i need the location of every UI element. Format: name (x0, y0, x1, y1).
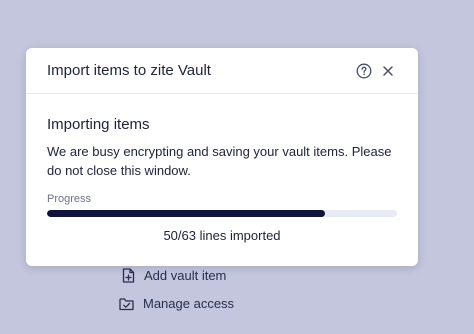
add-vault-item-label: Add vault item (144, 268, 227, 283)
help-button[interactable] (354, 61, 374, 81)
dialog-title: Import items to zite Vault (47, 62, 211, 79)
import-dialog: Import items to zite Vault Importing ite… (26, 48, 418, 266)
progress-label: Progress (47, 193, 92, 205)
close-icon (383, 66, 393, 76)
progress-bar-fill (47, 210, 325, 217)
help-circle-icon (356, 63, 372, 79)
dialog-header: Import items to zite Vault (26, 48, 418, 94)
folder-check-icon (119, 297, 134, 310)
progress-bar (47, 210, 397, 217)
importing-heading: Importing items (47, 116, 150, 133)
progress-status: 50/63 lines imported (163, 228, 281, 243)
file-plus-icon (122, 268, 135, 283)
manage-access-label: Manage access (143, 296, 235, 311)
backdrop-add-vault-item[interactable]: Add vault item (122, 268, 226, 283)
close-button[interactable] (378, 61, 398, 81)
backdrop-manage-access[interactable]: Manage access (119, 296, 234, 311)
import-description: We are busy encrypting and saving your v… (47, 144, 392, 178)
